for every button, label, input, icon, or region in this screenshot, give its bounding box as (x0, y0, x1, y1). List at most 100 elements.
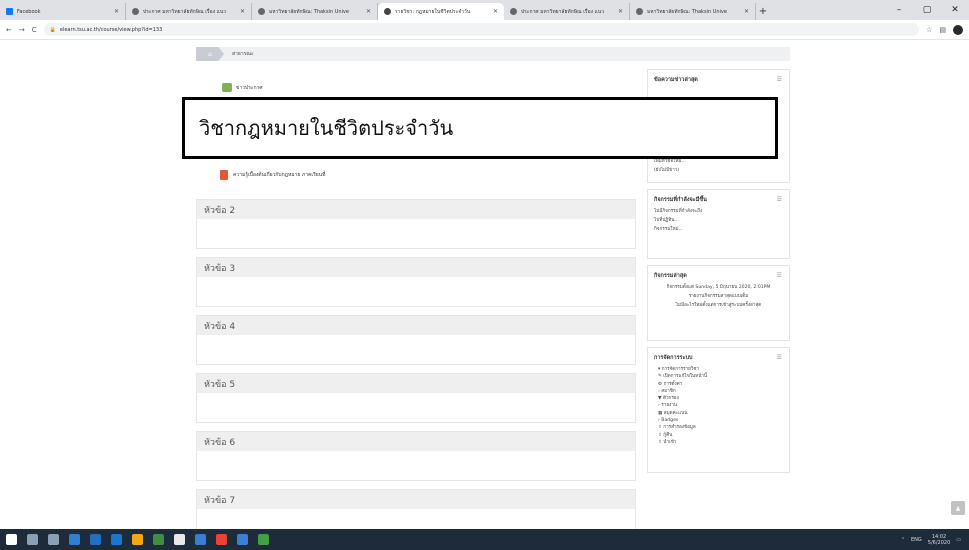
topic-title[interactable]: หัวข้อ 3 (197, 258, 635, 277)
block-title: การจัดการระบบ (654, 355, 693, 361)
admin-course-administration[interactable]: ▾ การจัดการรายวิชา (658, 367, 783, 372)
taskbar-app-icon[interactable] (132, 534, 143, 545)
topic-title[interactable]: หัวข้อ 2 (197, 200, 635, 219)
taskbar-app-icon[interactable] (90, 534, 101, 545)
taskbar-app-icon[interactable] (153, 534, 164, 545)
block-title: ข้อความข่าวล่าสุด (654, 77, 698, 83)
tab-course[interactable]: รายวิชา: กฎหมายในชีวิตประจำวัน ✕ (378, 3, 504, 20)
close-icon[interactable]: ✕ (366, 8, 371, 15)
language-indicator[interactable]: ENG (911, 537, 922, 543)
admin-settings[interactable]: ⚙ การตั้งค่า (658, 382, 783, 387)
address-bar: ← → C 🔒 elearn.tsu.ac.th/course/view.php… (0, 20, 969, 40)
topic-title[interactable]: หัวข้อ 4 (197, 316, 635, 335)
tab-university-2[interactable]: มหาวิทยาลัยทักษิณ: Thaksin Unive ✕ (630, 3, 756, 20)
profile-avatar[interactable] (953, 24, 963, 35)
topic-title[interactable]: หัวข้อ 6 (197, 432, 635, 451)
tab-title: รายวิชา: กฎหมายในชีวิตประจำวัน (395, 8, 471, 15)
tab-facebook[interactable]: Facebook ✕ (0, 3, 126, 20)
close-icon[interactable]: ✕ (618, 8, 623, 15)
clock[interactable]: 14:02 5/6/2020 (928, 534, 950, 546)
globe-icon (258, 8, 265, 15)
full-report-link[interactable]: รายงานกิจกรรมล่าสุดแบบเต็ม (654, 294, 783, 300)
taskbar-app-icon[interactable] (27, 534, 38, 545)
new-event-link[interactable]: กิจกรรมใหม่... (654, 227, 783, 233)
close-icon[interactable]: ✕ (744, 8, 749, 15)
taskbar: ⌃ ENG 14:02 5/6/2020 ▭ (0, 529, 969, 550)
breadcrumb-current[interactable]: สาธารณะ (224, 50, 254, 58)
topic-section: หัวข้อ 4 (196, 315, 636, 365)
start-button[interactable] (6, 534, 17, 545)
no-news-text: (ยังไม่มีข่าว) (654, 167, 680, 173)
forward-button[interactable]: → (19, 26, 25, 34)
scroll-to-top-button[interactable]: ▲ (951, 501, 965, 515)
topic-section: หัวข้อ 2 (196, 199, 636, 249)
admin-turn-editing-on[interactable]: ✎ เปิดการแก้ไขในหน้านี้ (658, 374, 783, 379)
add-topic-link[interactable]: เพิ่มหัวข้อใหม่... (654, 159, 783, 165)
close-window-button[interactable]: ✕ (941, 0, 969, 20)
close-icon[interactable]: ✕ (240, 8, 245, 15)
tab-announcement[interactable]: ประกาศ มหาวิทยาลัยทักษิณ เรื่อง แนว ✕ (126, 3, 252, 20)
globe-icon (132, 8, 139, 15)
system-tray: ⌃ ENG 14:02 5/6/2020 ▭ (901, 529, 961, 550)
block-menu-icon[interactable]: ☰ (777, 196, 782, 203)
topic-title[interactable]: หัวข้อ 5 (197, 374, 635, 393)
tab-title: ประกาศ มหาวิทยาลัยทักษิณ เรื่อง แนว (143, 8, 227, 15)
admin-restore[interactable]: ⇧ กู้คืน (658, 433, 783, 438)
tab-title: มหาวิทยาลัยทักษิณ: Thaksin Unive (269, 8, 349, 15)
tab-announcement-2[interactable]: ประกาศ มหาวิทยาลัยทักษิณ เรื่อง แนว ✕ (504, 3, 630, 20)
url-text: elearn.tsu.ac.th/course/view.php?id=133 (59, 26, 163, 33)
no-events-text: ไม่มีกิจกรรมที่กำลังจะถึง (654, 209, 703, 214)
admin-filters[interactable]: ▼ ตัวกรอง (658, 396, 783, 401)
block-menu-icon[interactable]: ☰ (777, 354, 782, 361)
taskbar-app-icon[interactable] (237, 534, 248, 545)
extension-icon[interactable]: ▤ (939, 26, 946, 34)
forum-icon (222, 83, 232, 92)
taskbar-app-icon[interactable] (174, 534, 185, 545)
breadcrumb: ⌂ สาธารณะ (196, 47, 790, 61)
close-icon[interactable]: ✕ (493, 8, 498, 15)
file-resource-link[interactable]: ความรู้เบื้องต้นเกี่ยวกับกฎหมาย ภาคเรียน… (220, 170, 325, 180)
taskbar-app-icon[interactable] (195, 534, 206, 545)
tab-title: มหาวิทยาลัยทักษิณ: Thaksin Unive (647, 8, 727, 15)
admin-badges[interactable]: › Badges (658, 418, 783, 423)
topic-title[interactable]: หัวข้อ 7 (197, 490, 635, 509)
taskbar-app-icon[interactable] (111, 534, 122, 545)
notifications-icon[interactable]: ▭ (956, 537, 961, 543)
url-field[interactable]: 🔒 elearn.tsu.ac.th/course/view.php?id=13… (43, 23, 920, 36)
lock-icon: 🔒 (49, 26, 56, 33)
taskbar-apps (6, 534, 269, 545)
block-menu-icon[interactable]: ☰ (777, 272, 782, 279)
tab-university[interactable]: มหาวิทยาลัยทักษิณ: Thaksin Unive ✕ (252, 3, 378, 20)
nothing-new-text: ไม่มีอะไรใหม่ตั้งแต่การเข้าสู่ระบบครั้งล… (675, 302, 762, 308)
home-icon[interactable]: ⌂ (196, 47, 224, 61)
block-title: กิจกรรมที่กำลังจะมีขึ้น (654, 197, 707, 203)
admin-backup[interactable]: ⇧ การสำรองข้อมูล (658, 425, 783, 430)
minimize-button[interactable]: – (885, 0, 913, 20)
calendar-link[interactable]: ไปที่ปฏิทิน... (654, 218, 783, 224)
admin-import[interactable]: ⇧ นำเข้า (658, 440, 783, 445)
close-icon[interactable]: ✕ (114, 8, 119, 15)
news-forum-link[interactable]: ข่าวประกาศ (222, 83, 263, 92)
globe-icon (510, 8, 517, 15)
network-icon[interactable]: ⌃ (901, 537, 905, 543)
reload-button[interactable]: C (32, 26, 37, 34)
back-button[interactable]: ← (6, 26, 12, 34)
taskbar-app-icon[interactable] (48, 534, 59, 545)
maximize-button[interactable]: ▢ (913, 0, 941, 20)
taskbar-app-icon[interactable] (216, 534, 227, 545)
user-icon (384, 8, 391, 15)
new-tab-button[interactable]: + (756, 3, 770, 20)
taskbar-app-icon[interactable] (258, 534, 269, 545)
globe-icon (636, 8, 643, 15)
upcoming-events-block: กิจกรรมที่กำลังจะมีขึ้น ☰ ไม่มีกิจกรรมที… (647, 189, 790, 259)
admin-users[interactable]: › สมาชิก (658, 389, 783, 394)
taskbar-app-icon[interactable] (69, 534, 80, 545)
window-controls: – ▢ ✕ (885, 0, 969, 20)
block-menu-icon[interactable]: ☰ (777, 76, 782, 83)
facebook-icon (6, 8, 13, 15)
star-icon[interactable]: ☆ (926, 26, 932, 34)
topic-section: หัวข้อ 5 (196, 373, 636, 423)
tab-title: ประกาศ มหาวิทยาลัยทักษิณ เรื่อง แนว (521, 8, 605, 15)
admin-reports[interactable]: › รายงาน (658, 403, 783, 408)
admin-gradebook[interactable]: ▦ สมุดคะแนน (658, 411, 783, 416)
